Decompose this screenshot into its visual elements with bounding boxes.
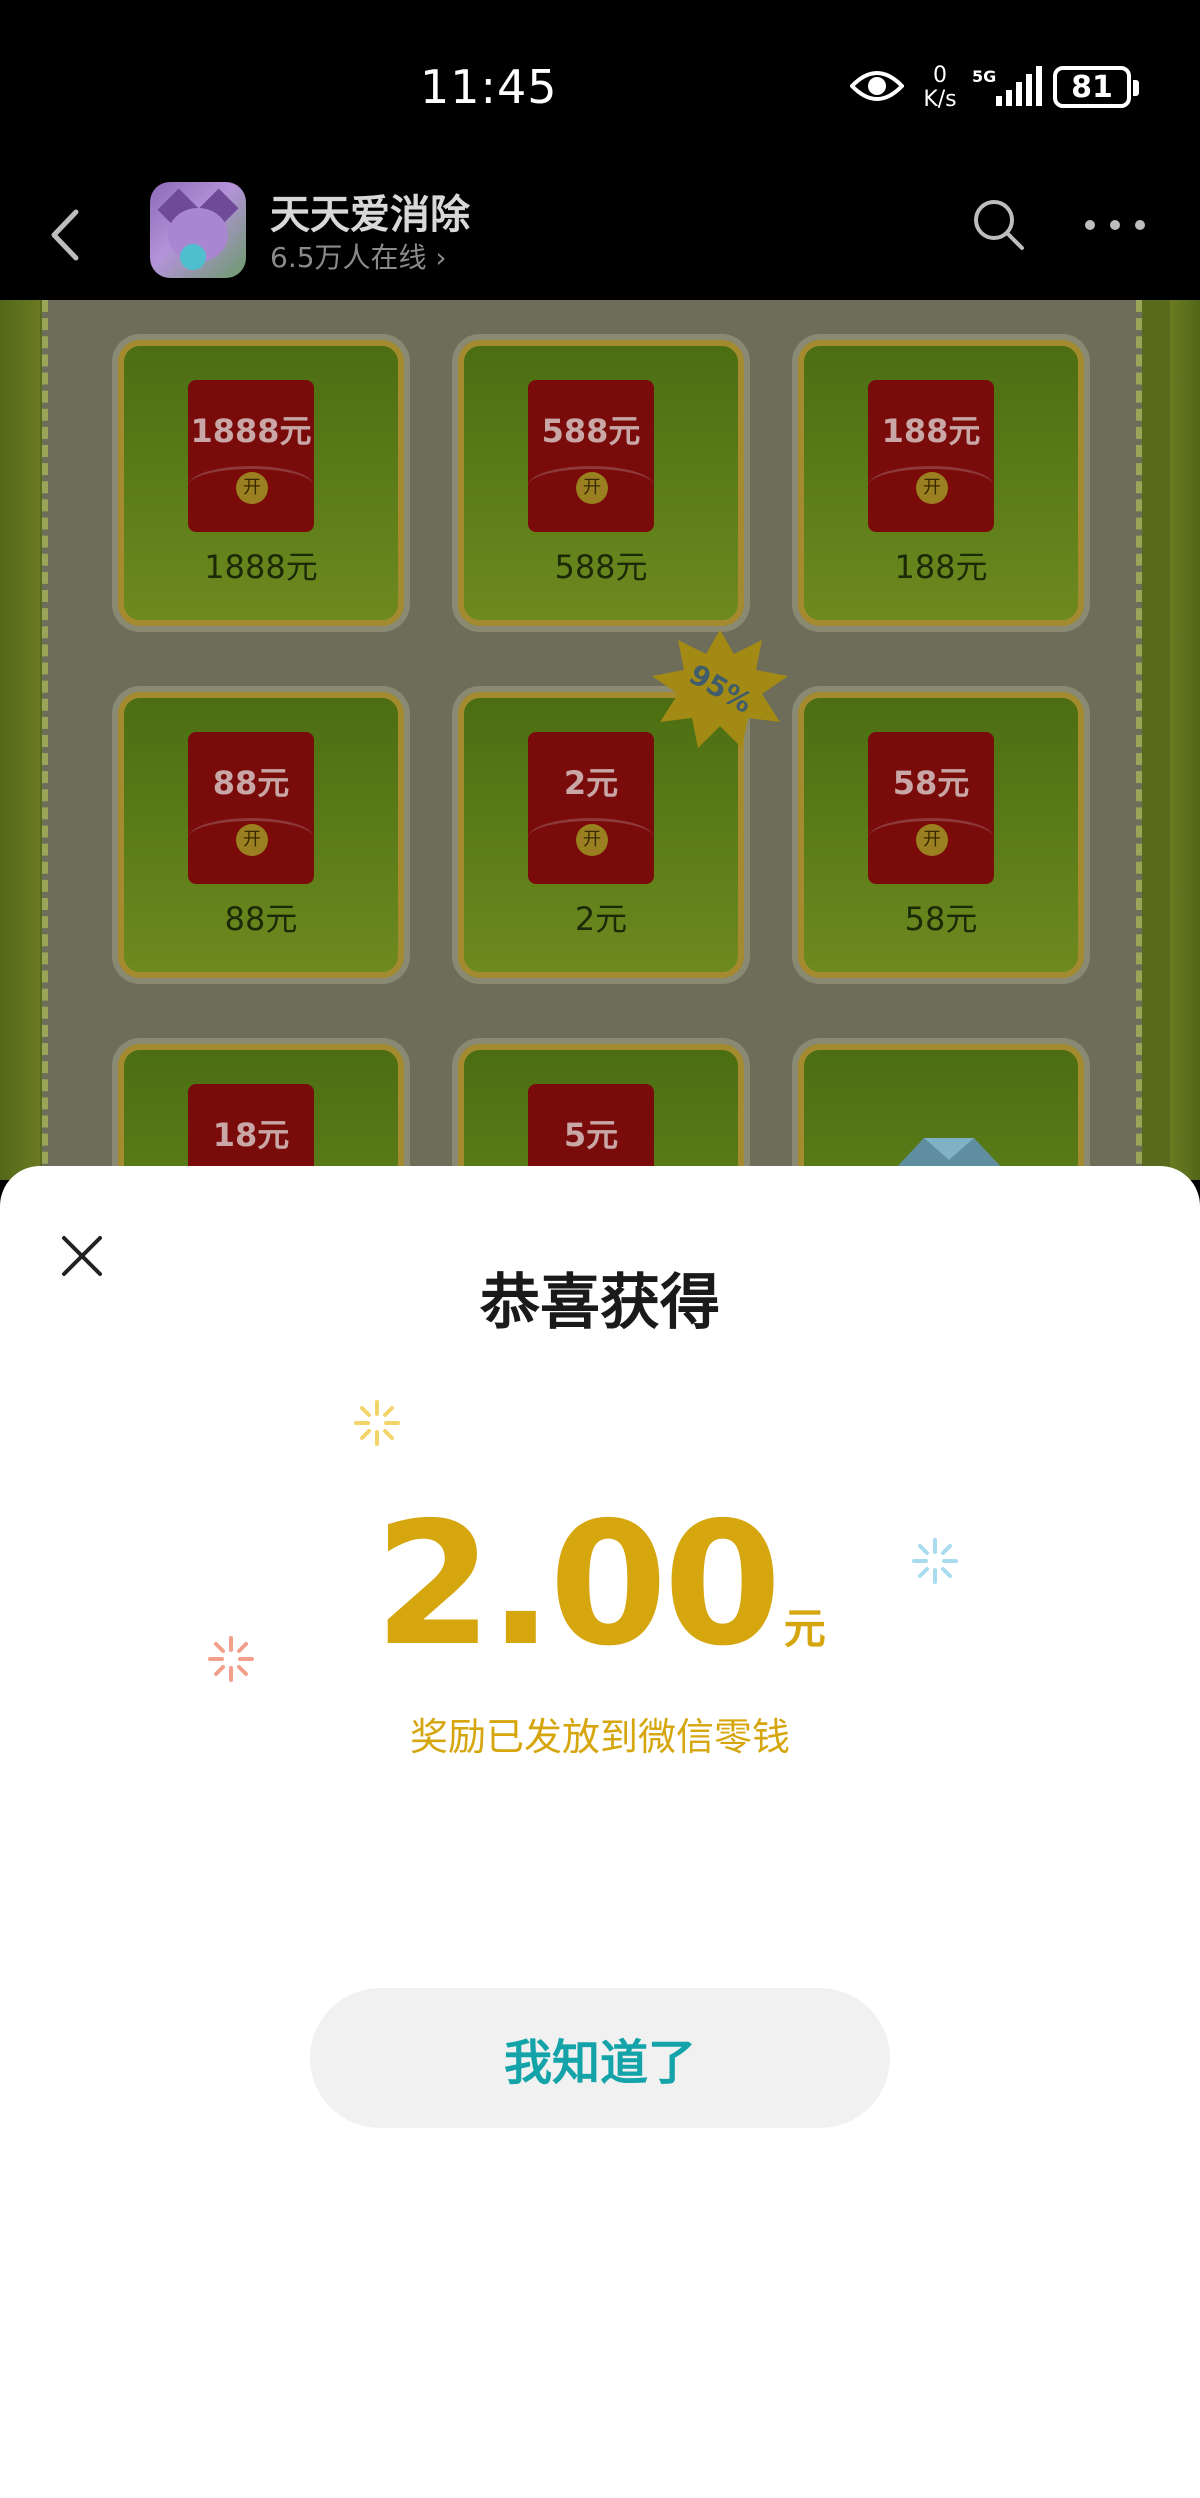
app-logo[interactable] [150, 182, 246, 278]
more-icon[interactable] [1080, 210, 1150, 240]
battery-indicator: 81 [1053, 66, 1139, 108]
clock: 11:45 [420, 60, 558, 114]
app-header: 天天爱消除 6.5万人在线 › [0, 170, 1200, 300]
red-envelope: 2元 开 [528, 732, 654, 884]
open-coin-icon: 开 [916, 824, 948, 856]
reward-tile: 5元 [458, 1044, 744, 1180]
online-count[interactable]: 6.5万人在线 › [270, 236, 447, 276]
tile-label: 188元 [894, 548, 988, 586]
open-coin-icon: 开 [916, 472, 948, 504]
red-envelope: 88元 开 [188, 732, 314, 884]
amount-unit: 元 [783, 1604, 826, 1653]
reward-tile: 1888元 开 1888元 [118, 340, 404, 626]
acknowledge-button[interactable]: 我知道了 [310, 1988, 890, 2128]
sparkle-icon [354, 1400, 400, 1446]
reward-tile [798, 1044, 1084, 1180]
back-arrow-icon[interactable] [40, 200, 100, 270]
open-coin-icon: 开 [576, 472, 608, 504]
tile-label: 1888元 [204, 548, 318, 586]
signal-icon: 5G [972, 66, 1042, 106]
status-bar: 11:45 0 K/s 5G 81 [0, 0, 1200, 170]
tile-label: 588元 [554, 548, 648, 586]
app-title[interactable]: 天天爱消除 [270, 182, 470, 240]
eye-icon [850, 71, 904, 101]
red-envelope: 58元 开 [868, 732, 994, 884]
reward-message: 奖励已发放到微信零钱 [409, 1715, 790, 1759]
reward-tile: 188元 开 188元 [798, 340, 1084, 626]
reward-amount: 2.00 元 [0, 1486, 1200, 1684]
svg-text:5G: 5G [972, 67, 996, 86]
dialog-title: 恭喜获得 [480, 1268, 720, 1338]
reward-tile: 88元 开 88元 [118, 692, 404, 978]
reward-dialog: 恭喜获得 2.00 元 奖励已发放到微信零钱 我知道了 [0, 1166, 1200, 2498]
percent-badge: 95% [652, 630, 788, 748]
reward-tile: 18元 [118, 1044, 404, 1180]
open-coin-icon: 开 [236, 472, 268, 504]
reward-tile: 588元 开 588元 [458, 340, 744, 626]
open-coin-icon: 开 [576, 824, 608, 856]
red-envelope: 588元 开 [528, 380, 654, 532]
game-background: 1888元 开 1888元 588元 开 588元 188元 开 188元 88… [0, 300, 1200, 1180]
open-coin-icon: 开 [236, 824, 268, 856]
tile-label: 2元 [574, 900, 628, 938]
red-envelope: 188元 开 [868, 380, 994, 532]
amount-value: 2.00 [374, 1486, 781, 1684]
red-envelope: 1888元 开 [188, 380, 314, 532]
tile-label: 58元 [904, 900, 978, 938]
net-speed: 0 K/s [923, 63, 957, 112]
search-icon[interactable] [968, 194, 1028, 254]
tile-label: 88元 [224, 900, 298, 938]
reward-tile: 58元 开 58元 [798, 692, 1084, 978]
